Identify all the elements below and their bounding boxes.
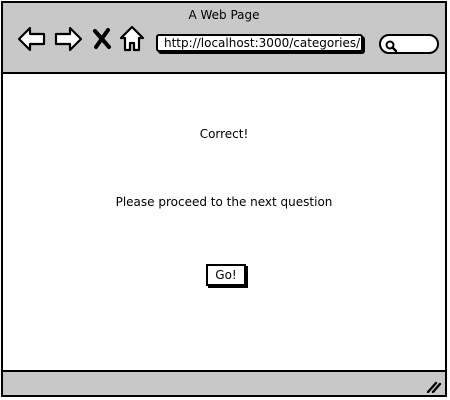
url-input[interactable]: http://localhost:3000/categories/i xyxy=(156,34,363,52)
arrow-left-icon[interactable] xyxy=(17,25,47,53)
instruction-message: Please proceed to the next question xyxy=(115,195,333,209)
window-title: A Web Page xyxy=(188,8,260,22)
arrow-right-icon[interactable] xyxy=(53,25,83,53)
resize-grip-icon[interactable] xyxy=(426,378,442,394)
search-icon xyxy=(384,38,398,53)
close-icon[interactable] xyxy=(91,25,113,53)
page-content: Correct! Please proceed to the next ques… xyxy=(3,74,445,373)
search-input[interactable] xyxy=(379,34,439,54)
home-icon[interactable] xyxy=(119,25,145,53)
browser-window: A Web Page http://localhost:3000/categor… xyxy=(1,1,447,397)
result-message: Correct! xyxy=(199,127,249,141)
status-bar xyxy=(3,370,445,395)
browser-toolbar: A Web Page http://localhost:3000/categor… xyxy=(3,3,445,74)
go-button[interactable]: Go! xyxy=(206,264,246,286)
